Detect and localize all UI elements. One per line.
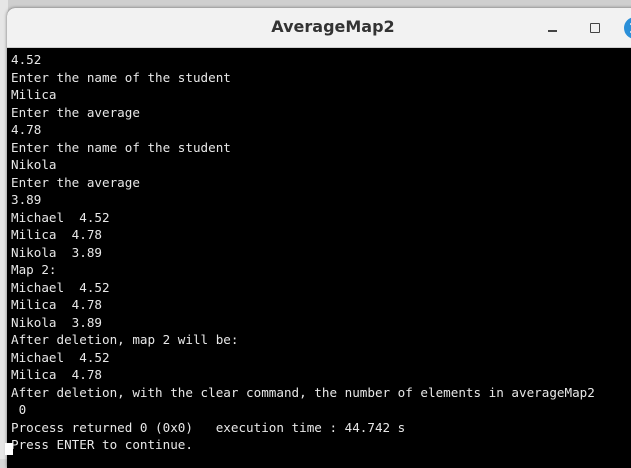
console-line: 3.89 bbox=[11, 192, 42, 207]
minimize-button[interactable] bbox=[542, 18, 562, 38]
console-line: Enter the name of the student bbox=[11, 69, 231, 85]
console-line: Enter the name of the student bbox=[11, 139, 231, 155]
console-output: 4.52 Enter the name of the student Milica E… bbox=[11, 51, 631, 454]
console-line: Nikola 3.89 bbox=[11, 244, 102, 260]
console-line: Nikola bbox=[11, 157, 57, 172]
console-line: Map 2: bbox=[11, 262, 57, 277]
console-line: Milica 4.78 bbox=[11, 227, 102, 242]
console-line: 0 bbox=[11, 402, 27, 417]
console-line: Michael 4.52 bbox=[11, 349, 110, 365]
console-line: Enter the average bbox=[11, 174, 140, 190]
maximize-icon bbox=[590, 23, 600, 33]
minimize-icon bbox=[547, 30, 557, 32]
console-line: Enter the average bbox=[11, 104, 140, 120]
terminal-window[interactable]: AverageMap2 4.52 Enter the name of the st… bbox=[7, 8, 631, 468]
console-line: After deletion, with the clear command, … bbox=[11, 384, 595, 400]
text-cursor bbox=[5, 443, 13, 455]
console-line: Milica 4.78 bbox=[11, 297, 102, 312]
console-line: Milica bbox=[11, 87, 57, 102]
console-line: Michael 4.52 bbox=[11, 209, 110, 225]
console-line: Nikola 3.89 bbox=[11, 314, 102, 330]
console-line: Process returned 0 (0x0) execution time … bbox=[11, 419, 406, 435]
maximize-button[interactable] bbox=[585, 18, 605, 38]
console-line: 4.52 bbox=[11, 52, 42, 67]
console-line: Press ENTER to continue. bbox=[11, 437, 193, 452]
console-line: Michael 4.52 bbox=[11, 279, 110, 295]
window-title: AverageMap2 bbox=[271, 17, 395, 36]
console-line: 4.78 bbox=[11, 122, 42, 137]
console-line: After deletion, map 2 will be: bbox=[11, 332, 239, 347]
console-line: Milica 4.78 bbox=[11, 367, 102, 382]
title-bar[interactable]: AverageMap2 bbox=[7, 8, 631, 48]
